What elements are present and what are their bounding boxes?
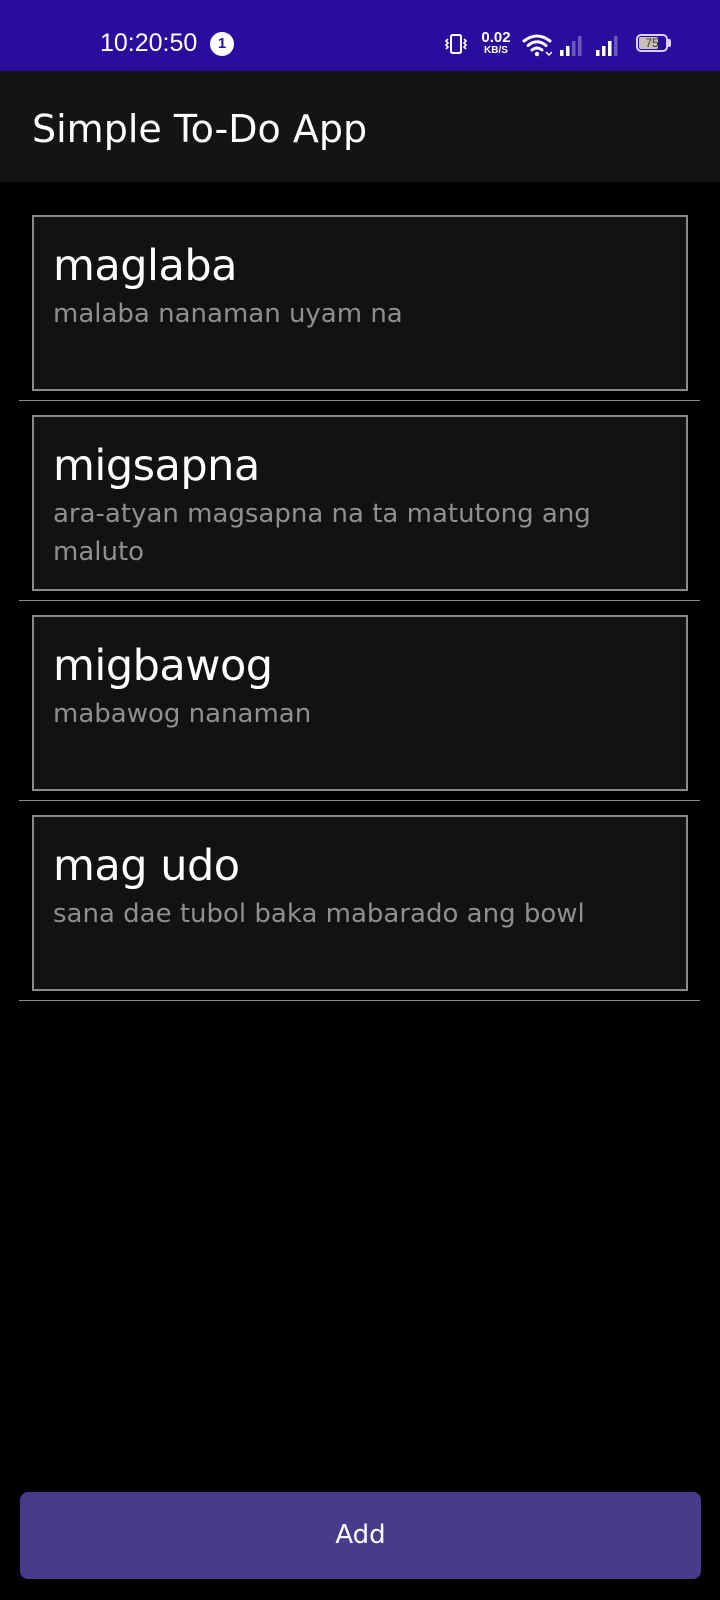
todo-title: mag udo <box>53 841 240 891</box>
app-title: Simple To-Do App <box>32 107 368 151</box>
todo-description: ara-atyan magsapna na ta matutong ang ma… <box>53 499 591 567</box>
network-speed-unit: KB/S <box>484 45 508 56</box>
todo-card[interactable]: maglaba malaba nanaman uyam na <box>32 215 688 391</box>
todo-description: malaba nanaman uyam na <box>53 299 403 329</box>
todo-description: mabawog nanaman <box>53 699 312 729</box>
notification-badge: 1 <box>210 32 234 56</box>
todo-card[interactable]: migbawog mabawog nanaman <box>32 615 688 791</box>
todo-title: migsapna <box>53 441 260 491</box>
todo-card[interactable]: mag udo sana dae tubol baka mabarado ang… <box>32 815 688 991</box>
battery-level: 75 <box>645 36 659 50</box>
wifi-icon <box>522 34 552 57</box>
todo-item[interactable]: maglaba malaba nanaman uyam na <box>19 201 700 401</box>
network-speed: 0.02 KB/S <box>476 30 516 56</box>
todo-item[interactable]: migbawog mabawog nanaman <box>19 601 700 801</box>
todo-description: sana dae tubol baka mabarado ang bowl <box>53 899 585 929</box>
todo-item[interactable]: mag udo sana dae tubol baka mabarado ang… <box>19 801 700 1001</box>
todo-list: maglaba malaba nanaman uyam na migsapna … <box>19 201 700 1001</box>
vibrate-icon <box>444 34 468 54</box>
todo-title: migbawog <box>53 641 273 691</box>
status-time: 10:20:50 <box>100 29 198 57</box>
todo-card[interactable]: migsapna ara-atyan magsapna na ta matuto… <box>32 415 688 591</box>
signal-icon <box>560 36 582 56</box>
battery-icon: 75 <box>636 34 672 54</box>
battery-tip <box>668 39 671 47</box>
todo-title: maglaba <box>53 241 237 291</box>
status-bar: 10:20:50 1 0.02 KB/S 75 <box>0 0 720 71</box>
signal-icon <box>596 36 618 56</box>
todo-item[interactable]: migsapna ara-atyan magsapna na ta matuto… <box>19 401 700 601</box>
network-speed-value: 0.02 <box>481 29 511 46</box>
add-button[interactable]: Add <box>20 1492 701 1579</box>
